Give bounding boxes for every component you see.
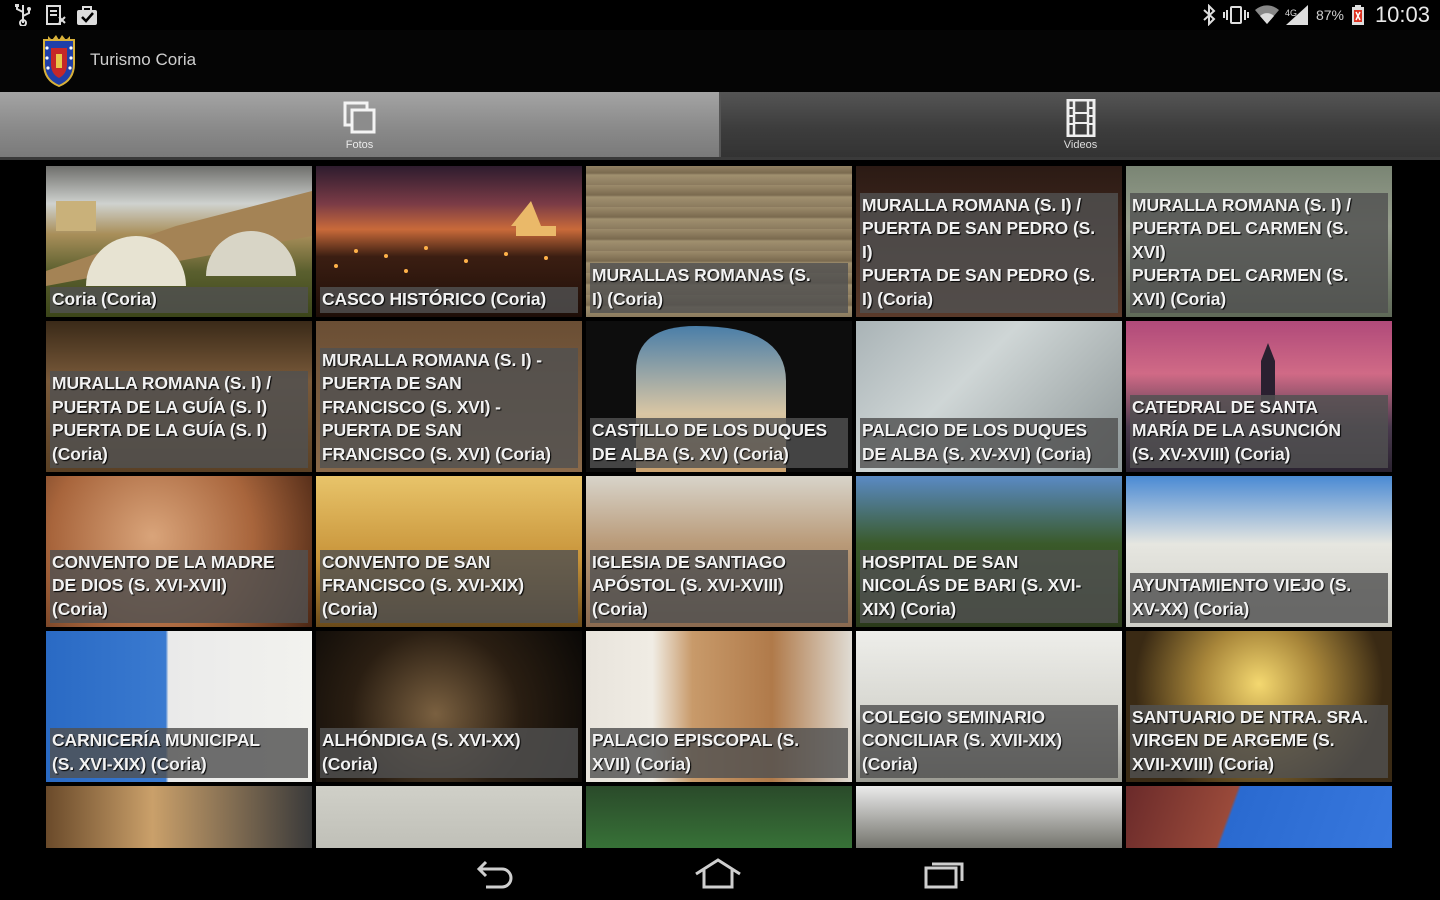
photo-caption: MURALLA ROMANA (S. I) / PUERTA DEL CARME… xyxy=(1130,192,1388,313)
photo-caption: PALACIO DE LOS DUQUES DE ALBA (S. XV-XVI… xyxy=(860,418,1118,468)
photo-tile[interactable]: MURALLA ROMANA (S. I) / PUERTA DEL CARME… xyxy=(1126,166,1392,317)
photo-caption: CASCO HISTÓRICO (Coria) xyxy=(320,286,578,313)
tab-fotos[interactable]: Fotos xyxy=(0,92,721,157)
photo-tile[interactable]: CATEDRAL DE SANTA MARÍA DE LA ASUNCIÓN (… xyxy=(1126,321,1392,472)
photo-tile[interactable]: CARNICERÍA MUNICIPAL (S. XVI-XIX) (Coria… xyxy=(46,631,312,782)
signal-icon: 4G xyxy=(1284,4,1310,26)
photo-tile[interactable] xyxy=(46,786,312,848)
tab-bar: Fotos Videos xyxy=(0,92,1440,160)
action-bar: Turismo Coria xyxy=(0,30,1440,92)
photo-caption: COLEGIO SEMINARIO CONCILIAR (S. XVII-XIX… xyxy=(860,704,1118,778)
photo-caption: MURALLA ROMANA (S. I) / PUERTA DE LA GUÍ… xyxy=(50,371,308,468)
back-icon[interactable] xyxy=(464,856,524,892)
photo-caption: CATEDRAL DE SANTA MARÍA DE LA ASUNCIÓN (… xyxy=(1130,394,1388,468)
photo-tile[interactable]: MURALLA ROMANA (S. I) - PUERTA DE SAN FR… xyxy=(316,321,582,472)
photo-tile[interactable]: AYUNTAMIENTO VIEJO (S. XV-XX) (Coria) xyxy=(1126,476,1392,627)
photo-caption: AYUNTAMIENTO VIEJO (S. XV-XX) (Coria) xyxy=(1130,573,1388,623)
home-icon[interactable] xyxy=(688,856,748,892)
wifi-icon xyxy=(1254,4,1280,26)
photo-tile[interactable]: PALACIO DE LOS DUQUES DE ALBA (S. XV-XVI… xyxy=(856,321,1122,472)
photo-tile[interactable]: ALHÓNDIGA (S. XVI-XX) (Coria) xyxy=(316,631,582,782)
tab-videos[interactable]: Videos xyxy=(721,92,1440,157)
photo-tile[interactable] xyxy=(316,786,582,848)
tab-fotos-label: Fotos xyxy=(345,139,374,151)
photo-caption: PALACIO EPISCOPAL (S. XVII) (Coria) xyxy=(590,728,848,778)
photos-icon xyxy=(340,98,380,138)
photo-tile[interactable]: MURALLA ROMANA (S. I) / PUERTA DE LA GUÍ… xyxy=(46,321,312,472)
photo-tile[interactable]: SANTUARIO DE NTRA. SRA. VIRGEN DE ARGEME… xyxy=(1126,631,1392,782)
svg-text:4G: 4G xyxy=(1285,8,1297,18)
photo-tile[interactable] xyxy=(856,786,1122,848)
photo-caption: CONVENTO DE SAN FRANCISCO (S. XVI-XIX) (… xyxy=(320,549,578,623)
status-bar: 4G 87% 10:03 xyxy=(0,0,1440,30)
download-icon xyxy=(44,4,66,26)
photo-caption: CONVENTO DE LA MADRE DE DIOS (S. XVI-XVI… xyxy=(50,549,308,623)
battery-icon xyxy=(1348,4,1368,26)
photo-caption: MURALLAS ROMANAS (S. I) (Coria) xyxy=(590,263,848,313)
photo-tile[interactable]: MURALLA ROMANA (S. I) / PUERTA DE SAN PE… xyxy=(856,166,1122,317)
vibrate-icon xyxy=(1222,4,1250,26)
photo-tile[interactable]: MURALLAS ROMANAS (S. I) (Coria) xyxy=(586,166,852,317)
photo-caption: Coria (Coria) xyxy=(50,286,308,313)
photo-tile[interactable]: COLEGIO SEMINARIO CONCILIAR (S. XVII-XIX… xyxy=(856,631,1122,782)
clock: 10:03 xyxy=(1374,2,1430,27)
photo-tile[interactable] xyxy=(1126,786,1392,848)
photo-tile[interactable]: CONVENTO DE LA MADRE DE DIOS (S. XVI-XVI… xyxy=(46,476,312,627)
photo-tile[interactable]: CASCO HISTÓRICO (Coria) xyxy=(316,166,582,317)
photo-tile[interactable]: HOSPITAL DE SAN NICOLÁS DE BARI (S. XVI-… xyxy=(856,476,1122,627)
photo-caption: ALHÓNDIGA (S. XVI-XX) (Coria) xyxy=(320,728,578,778)
recents-icon[interactable] xyxy=(914,856,974,892)
app-title: Turismo Coria xyxy=(90,50,197,69)
photo-caption: SANTUARIO DE NTRA. SRA. VIRGEN DE ARGEME… xyxy=(1130,704,1388,778)
photo-tile[interactable] xyxy=(586,786,852,848)
photo-tile[interactable]: IGLESIA DE SANTIAGO APÓSTOL (S. XVI-XVII… xyxy=(586,476,852,627)
photo-caption: MURALLA ROMANA (S. I) - PUERTA DE SAN FR… xyxy=(320,347,578,468)
photo-caption: MURALLA ROMANA (S. I) / PUERTA DE SAN PE… xyxy=(860,192,1118,313)
photo-caption: CASTILLO DE LOS DUQUES DE ALBA (S. XV) (… xyxy=(590,418,848,468)
photo-tile[interactable]: CONVENTO DE SAN FRANCISCO (S. XVI-XIX) (… xyxy=(316,476,582,627)
photo-caption: HOSPITAL DE SAN NICOLÁS DE BARI (S. XVI-… xyxy=(860,549,1118,623)
photo-caption: IGLESIA DE SANTIAGO APÓSTOL (S. XVI-XVII… xyxy=(590,549,848,623)
tab-videos-label: Videos xyxy=(1063,139,1098,151)
coat-of-arms-icon[interactable] xyxy=(38,34,80,88)
photo-tile[interactable]: PALACIO EPISCOPAL (S. XVII) (Coria) xyxy=(586,631,852,782)
battery-percent: 87% xyxy=(1315,7,1344,23)
usb-icon xyxy=(12,4,34,26)
photo-tile[interactable]: Coria (Coria) xyxy=(46,166,312,317)
bag-icon xyxy=(74,4,100,26)
bluetooth-icon xyxy=(1200,4,1218,26)
navigation-bar xyxy=(0,848,1440,900)
film-icon xyxy=(1061,98,1101,138)
photo-caption: CARNICERÍA MUNICIPAL (S. XVI-XIX) (Coria… xyxy=(50,728,308,778)
photo-tile[interactable]: CASTILLO DE LOS DUQUES DE ALBA (S. XV) (… xyxy=(586,321,852,472)
photo-gallery[interactable]: Coria (Coria) CASCO HISTÓRICO (Coria) MU… xyxy=(0,160,1440,848)
photo-grid: Coria (Coria) CASCO HISTÓRICO (Coria) MU… xyxy=(46,166,1394,848)
